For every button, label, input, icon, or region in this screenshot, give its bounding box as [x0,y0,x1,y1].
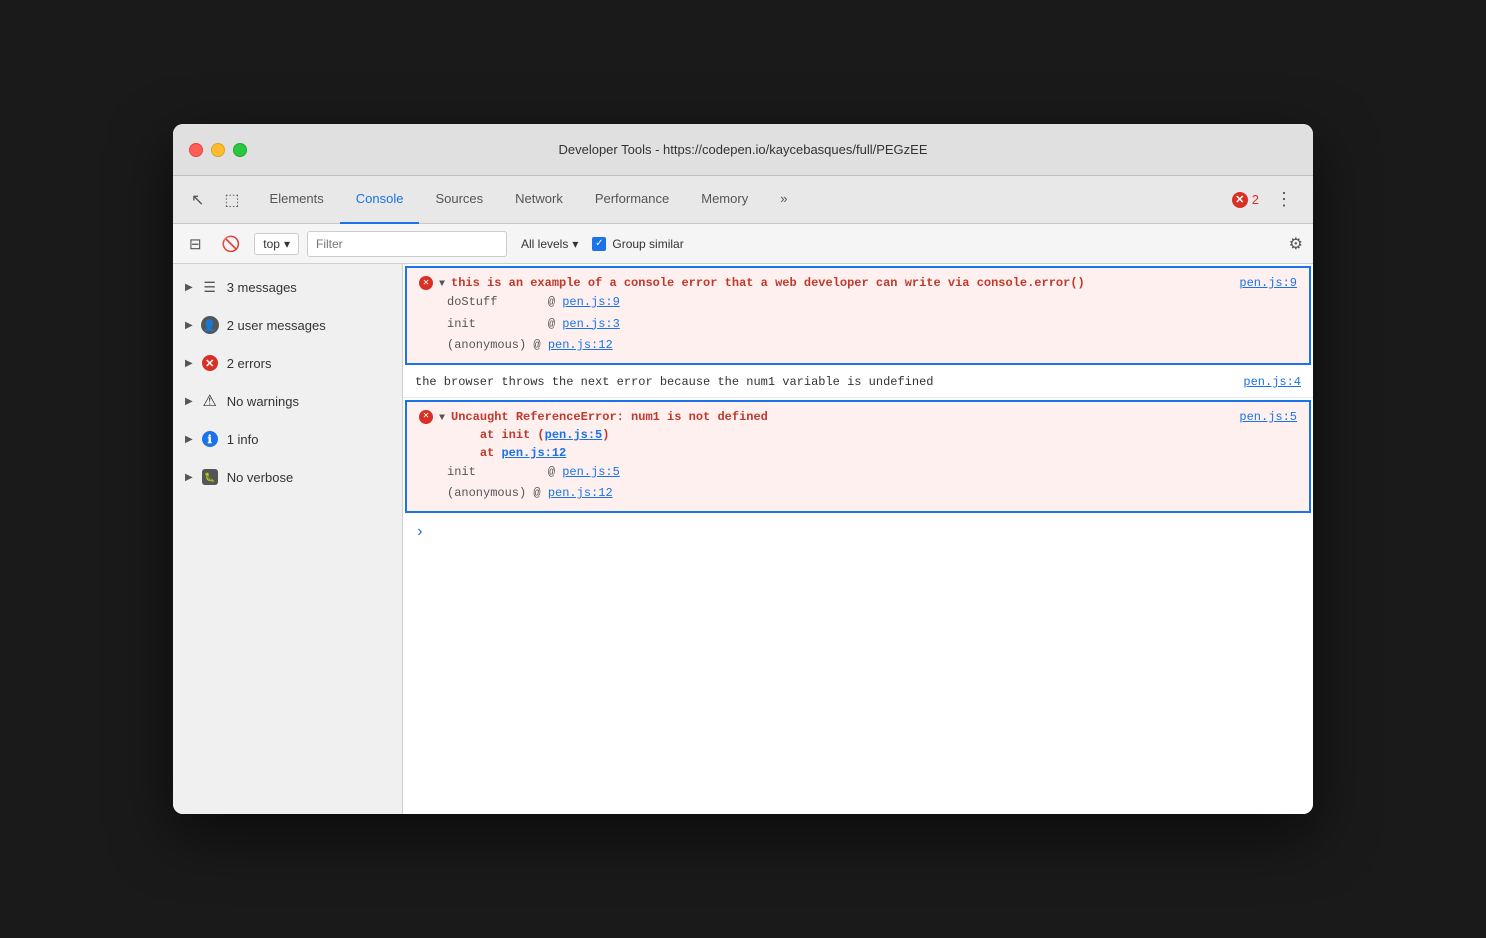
sidebar-item-user-messages[interactable]: ▶ 👤 2 user messages [173,306,402,344]
arrow-icon: ▶ [185,358,193,369]
traffic-lights [189,143,247,157]
stack-frame: (anonymous) @ pen.js:12 [447,335,1297,357]
sidebar-item-verbose[interactable]: ▶ 🐛 No verbose [173,458,402,496]
console-toolbar: ⊟ 🚫 top ▾ All levels ▾ ✓ Group similar ⚙ [173,224,1313,264]
expand-icon[interactable]: ▼ [439,277,445,292]
arrow-icon: ▶ [185,472,193,483]
info-icon: ℹ [201,430,219,448]
sidebar-item-label: 2 user messages [227,318,326,333]
tab-memory[interactable]: Memory [685,176,764,224]
console-sidebar: ▶ ☰ 3 messages ▶ 👤 2 user messages ▶ ✕ 2… [173,264,403,814]
levels-chevron-icon: ▾ [572,237,578,251]
tab-list: Elements Console Sources Network Perform… [254,176,1224,224]
window-title: Developer Tools - https://codepen.io/kay… [558,142,927,157]
stack-link[interactable]: pen.js:12 [501,446,566,460]
context-select[interactable]: top ▾ [254,233,299,255]
arrow-icon: ▶ [185,396,193,407]
expand-icon[interactable]: ▼ [439,411,445,426]
error-message: this is an example of a console error th… [451,274,1233,292]
error-icon: ✕ [419,410,433,424]
warning-icon: ⚠ [201,392,219,410]
stack-link[interactable]: pen.js:9 [562,295,620,309]
minimize-button[interactable] [211,143,225,157]
main-content: ▶ ☰ 3 messages ▶ 👤 2 user messages ▶ ✕ 2… [173,264,1313,814]
messages-icon: ☰ [201,278,219,296]
devtools-window: Developer Tools - https://codepen.io/kay… [173,124,1313,814]
tab-sources[interactable]: Sources [419,176,499,224]
stack-link[interactable]: pen.js:5 [562,465,620,479]
stack-trace: doStuff @ pen.js:9 init @ pen.js:3 (anon… [447,292,1297,357]
error-message: Uncaught ReferenceError: num1 is not def… [451,408,1233,462]
group-similar-control[interactable]: ✓ Group similar [592,237,683,251]
more-options-button[interactable]: ⋮ [1267,185,1301,214]
tab-more[interactable]: » [764,176,803,224]
tab-console[interactable]: Console [340,176,420,224]
cursor-tool-button[interactable]: ↖ [185,186,210,214]
sidebar-item-warnings[interactable]: ▶ ⚠ No warnings [173,382,402,420]
arrow-icon: ▶ [185,320,193,331]
settings-button[interactable]: ⚙ [1289,234,1303,254]
stack-link[interactable]: pen.js:5 [545,428,603,442]
verbose-icon: 🐛 [201,468,219,486]
main-toolbar: ↖ ⬚ Elements Console Sources Network Per… [173,176,1313,224]
console-prompt: › [403,515,1313,549]
sidebar-item-label: 1 info [227,432,259,447]
sidebar-item-errors[interactable]: ▶ ✕ 2 errors [173,344,402,382]
close-button[interactable] [189,143,203,157]
sidebar-item-label: 3 messages [227,280,297,295]
sidebar-item-label: No warnings [227,394,299,409]
error-location[interactable]: pen.js:5 [1239,408,1297,426]
stack-link[interactable]: pen.js:3 [562,317,620,331]
sidebar-item-label: No verbose [227,470,293,485]
stack-trace: init @ pen.js:5 (anonymous) @ pen.js:12 [447,462,1297,505]
stack-frame: (anonymous) @ pen.js:12 [447,483,1297,505]
stack-frame: init @ pen.js:5 [447,462,1297,484]
tab-network[interactable]: Network [499,176,579,224]
error-badge-icon: ✕ [1232,192,1248,208]
console-output: ✕ ▼ this is an example of a console erro… [403,264,1313,814]
tab-elements[interactable]: Elements [254,176,340,224]
titlebar: Developer Tools - https://codepen.io/kay… [173,124,1313,176]
console-entry-error-2: ✕ ▼ Uncaught ReferenceError: num1 is not… [405,400,1311,513]
chevron-down-icon: ▾ [284,237,290,251]
sidebar-toggle-button[interactable]: ⊟ [183,232,208,256]
console-entry-error-1: ✕ ▼ this is an example of a console erro… [405,266,1311,365]
user-icon: 👤 [201,316,219,334]
error-icon: ✕ [201,354,219,372]
entry-header: ✕ ▼ this is an example of a console erro… [419,274,1297,292]
info-location[interactable]: pen.js:4 [1243,373,1301,391]
error-badge[interactable]: ✕ 2 [1232,192,1259,208]
group-similar-checkbox[interactable]: ✓ [592,237,606,251]
sidebar-item-messages[interactable]: ▶ ☰ 3 messages [173,268,402,306]
info-message: the browser throws the next error becaus… [415,373,933,391]
stack-link[interactable]: pen.js:12 [548,486,613,500]
stack-frame: doStuff @ pen.js:9 [447,292,1297,314]
inspect-button[interactable]: ⬚ [218,186,245,214]
prompt-icon: › [415,523,425,541]
filter-input[interactable] [307,231,507,257]
sidebar-item-info[interactable]: ▶ ℹ 1 info [173,420,402,458]
levels-select[interactable]: All levels ▾ [515,234,584,254]
error-location[interactable]: pen.js:9 [1239,274,1297,292]
arrow-icon: ▶ [185,434,193,445]
arrow-icon: ▶ [185,282,193,293]
clear-console-button[interactable]: 🚫 [216,232,247,256]
entry-header: ✕ ▼ Uncaught ReferenceError: num1 is not… [419,408,1297,462]
maximize-button[interactable] [233,143,247,157]
console-entry-info: the browser throws the next error becaus… [403,367,1313,398]
error-icon: ✕ [419,276,433,290]
stack-link[interactable]: pen.js:12 [548,338,613,352]
sidebar-item-label: 2 errors [227,356,272,371]
stack-frame: init @ pen.js:3 [447,314,1297,336]
tab-performance[interactable]: Performance [579,176,685,224]
